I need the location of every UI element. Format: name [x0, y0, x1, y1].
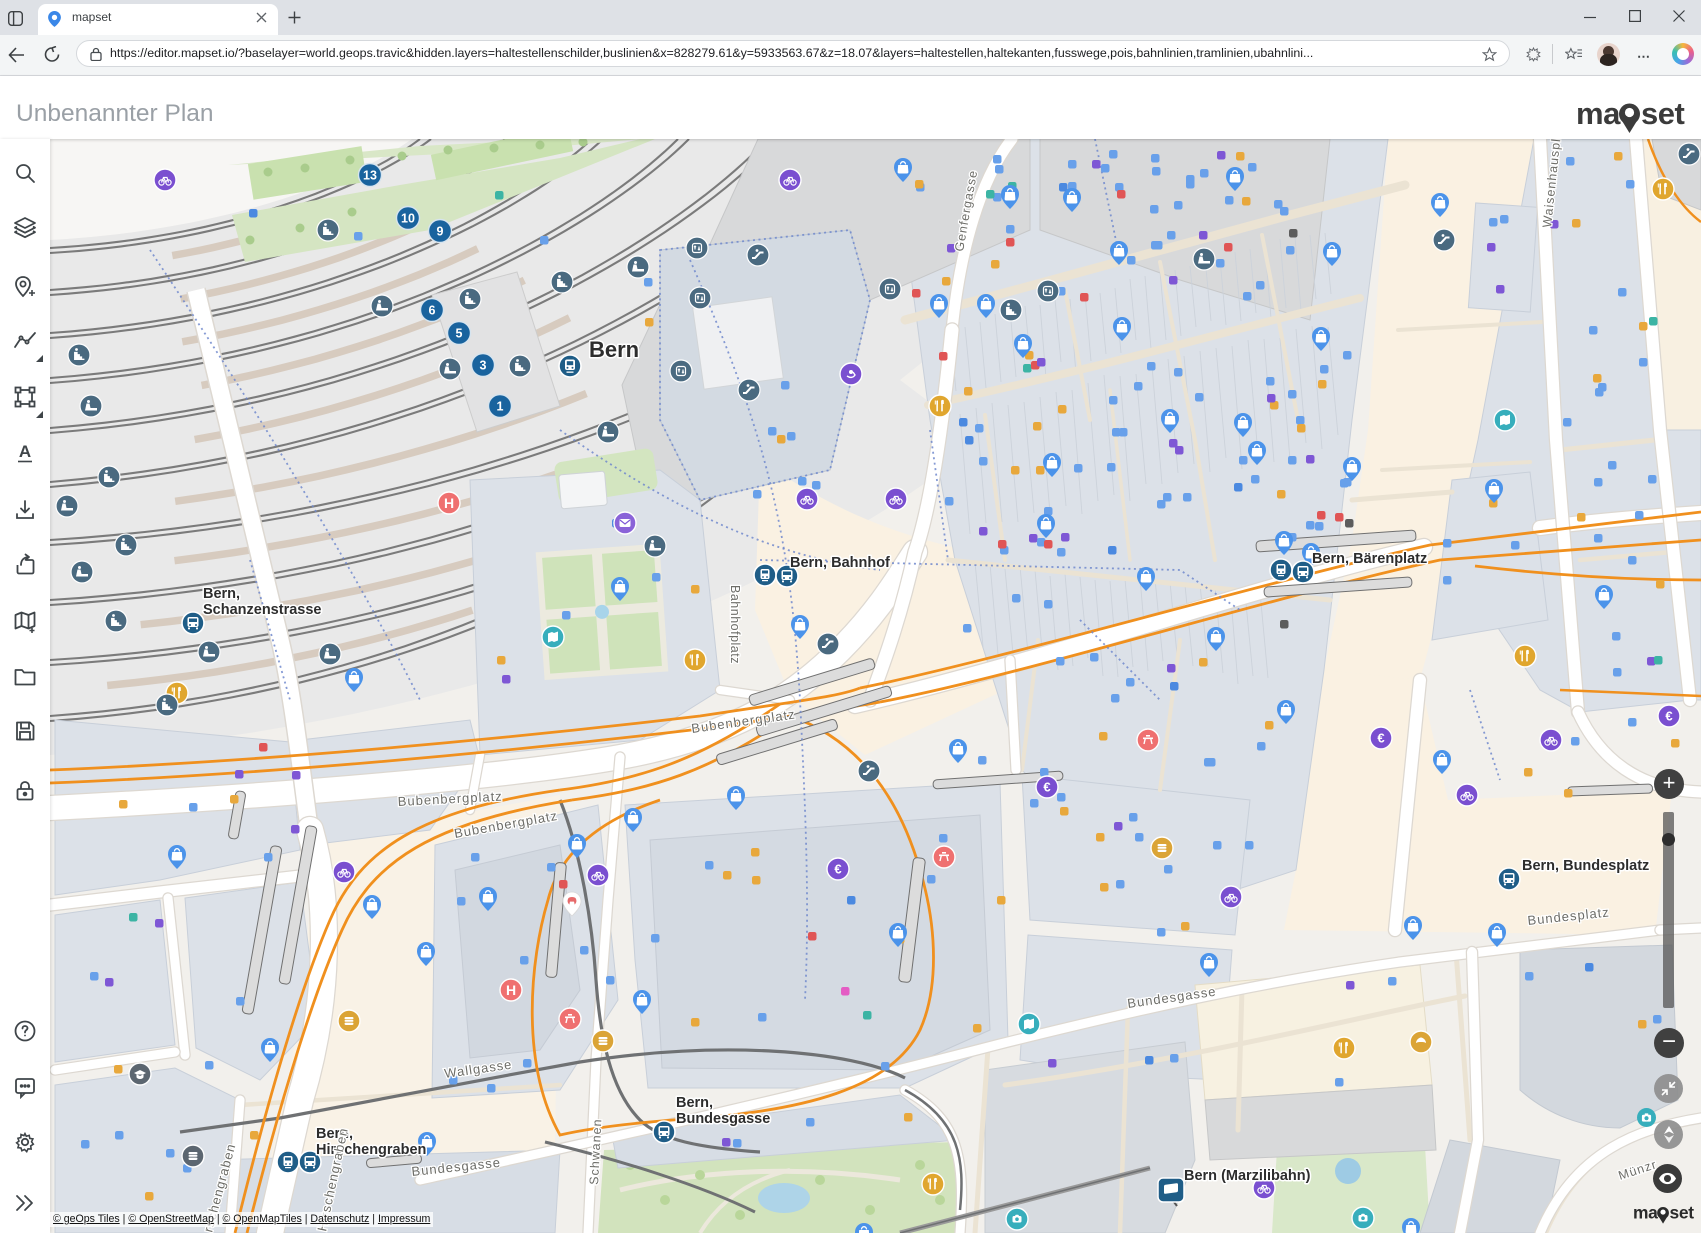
svg-text:ma: ma [1633, 1203, 1658, 1223]
svg-text:H: H [444, 495, 454, 511]
svg-text:€: € [1043, 780, 1050, 795]
svg-text:A: A [19, 442, 31, 461]
svg-text:Bundesgasse: Bundesgasse [676, 1111, 770, 1127]
svg-text:13: 13 [363, 169, 377, 183]
svg-text:set: set [1669, 1203, 1694, 1223]
svg-text:Schanzenstrasse: Schanzenstrasse [203, 602, 321, 618]
svg-text:Bern, Bahnhof: Bern, Bahnhof [790, 555, 890, 571]
svg-text:9: 9 [437, 225, 444, 239]
svg-text:1: 1 [497, 400, 504, 414]
svg-text:€: € [834, 862, 841, 877]
svg-text:Bern,: Bern, [203, 586, 240, 602]
svg-text:set: set [1641, 97, 1684, 131]
svg-text:Bern, Bundesplatz: Bern, Bundesplatz [1522, 858, 1649, 874]
svg-text:Bahnhofplatz: Bahnhofplatz [728, 585, 742, 664]
svg-text:Bern, Bärenplatz: Bern, Bärenplatz [1312, 551, 1427, 567]
svg-text:10: 10 [401, 212, 415, 226]
svg-text:Bern (Marzilibahn): Bern (Marzilibahn) [1184, 1168, 1311, 1184]
svg-text:ma: ma [1576, 97, 1621, 131]
svg-text:3: 3 [480, 359, 487, 373]
svg-text:5: 5 [456, 327, 463, 341]
svg-text:Bern: Bern [589, 337, 639, 362]
svg-text:H: H [506, 982, 516, 998]
svg-text:6: 6 [429, 304, 436, 318]
svg-text:Bern,: Bern, [676, 1095, 713, 1111]
svg-text:€: € [1665, 709, 1672, 724]
svg-text:€: € [1377, 731, 1384, 746]
